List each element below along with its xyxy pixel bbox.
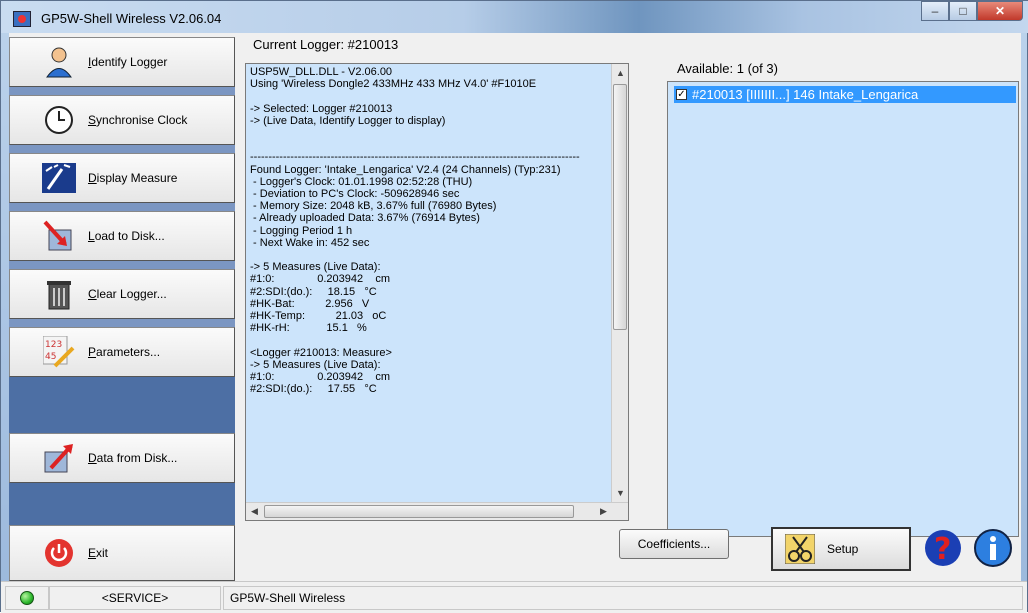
available-title: Available: 1 (of 3) bbox=[675, 61, 780, 76]
log-line: - Deviation to PC's Clock: -509628946 se… bbox=[250, 188, 460, 201]
parameters-icon: 123 45 bbox=[42, 335, 76, 369]
log-line: ----------------------------------------… bbox=[250, 151, 580, 164]
log-line: #HK-Bat: 2.956 V bbox=[250, 297, 370, 310]
scroll-down-arrow-icon[interactable]: ▼ bbox=[616, 488, 625, 498]
available-loggers-list[interactable]: ✓ #210013 [IIIIIII...] 146 Intake_Lengar… bbox=[667, 81, 1019, 537]
log-line: #HK-Temp: 21.03 oC bbox=[250, 310, 387, 323]
exit-button[interactable]: Exit bbox=[9, 525, 235, 581]
log-line: <Logger #210013: Measure> bbox=[250, 346, 392, 359]
log-line: - Memory Size: 2048 kB, 3.67% full (7698… bbox=[250, 200, 497, 213]
setup-label: Setup bbox=[827, 542, 859, 556]
log-line: -> (Live Data, Identify Logger to displa… bbox=[250, 114, 446, 127]
parameters-label: Parameters... bbox=[88, 345, 161, 359]
log-line: Found Logger: 'Intake_Lengarica' V2.4 (2… bbox=[250, 163, 561, 176]
log-line: -> 5 Measures (Live Data): bbox=[250, 358, 381, 371]
log-line: Using 'Wireless Dongle2 433MHz 433 MHz V… bbox=[250, 78, 537, 91]
scissors-icon bbox=[785, 534, 815, 564]
clear-logger-label: Clear Logger... bbox=[88, 287, 167, 301]
identify-logger-label: Identify Logger bbox=[88, 55, 168, 69]
log-line: #HK-rH: 15.1 % bbox=[250, 322, 367, 335]
log-line: - Logging Period 1 h bbox=[250, 224, 353, 237]
load-to-disk-label: Load to Disk... bbox=[88, 229, 165, 243]
list-item-label: #210013 [IIIIIII...] 146 Intake_Lengaric… bbox=[692, 87, 919, 102]
display-measure-label: Display Measure bbox=[88, 171, 178, 185]
log-line: -> 5 Measures (Live Data): bbox=[250, 261, 381, 274]
current-logger-title: Current Logger: #210013 bbox=[251, 37, 401, 52]
log-line: #2:SDI:(do.): 18.15 °C bbox=[250, 285, 377, 298]
status-mode: <SERVICE> bbox=[49, 586, 221, 610]
vertical-scroll-thumb[interactable] bbox=[613, 84, 627, 330]
synchronise-clock-button[interactable]: Synchronise Clock bbox=[9, 95, 235, 145]
separator bbox=[9, 261, 235, 269]
info-button[interactable] bbox=[971, 528, 1015, 571]
minimize-button[interactable]: – bbox=[921, 1, 949, 21]
download-arrow-icon bbox=[42, 219, 76, 253]
horizontal-scrollbar[interactable]: ◀ ▶ bbox=[246, 502, 628, 520]
status-bar: <SERVICE> GP5W-Shell Wireless bbox=[1, 581, 1027, 613]
log-text: USP5W_DLL.DLL - V2.06.00 Using 'Wireless … bbox=[250, 66, 614, 395]
status-led-icon bbox=[20, 591, 34, 605]
setup-button[interactable]: Setup bbox=[771, 527, 911, 571]
horizontal-scroll-thumb[interactable] bbox=[264, 505, 574, 518]
help-button[interactable]: ? bbox=[921, 529, 965, 569]
checkbox[interactable]: ✓ bbox=[676, 89, 687, 100]
app-icon bbox=[13, 11, 31, 27]
svg-text:123: 123 bbox=[45, 340, 62, 350]
separator bbox=[9, 87, 235, 95]
log-line: USP5W_DLL.DLL - V2.06.00 bbox=[250, 66, 393, 78]
title-bar[interactable]: GP5W-Shell Wireless V2.06.04 – □ ✕ bbox=[1, 1, 1028, 33]
scroll-left-arrow-icon[interactable]: ◀ bbox=[251, 506, 258, 517]
log-output[interactable]: USP5W_DLL.DLL - V2.06.00 Using 'Wireless … bbox=[245, 63, 629, 521]
coefficients-button[interactable]: Coefficients... bbox=[619, 529, 729, 559]
data-from-disk-label: Data from Disk... bbox=[88, 451, 178, 465]
window-controls: – □ ✕ bbox=[921, 1, 1023, 23]
sidebar: Identify Logger Synchronise Clock Displa… bbox=[9, 37, 235, 581]
person-icon bbox=[42, 45, 76, 79]
svg-text:45: 45 bbox=[45, 352, 56, 362]
clear-logger-button[interactable]: Clear Logger... bbox=[9, 269, 235, 319]
maximize-button[interactable]: □ bbox=[949, 1, 977, 21]
list-item[interactable]: ✓ #210013 [IIIIIII...] 146 Intake_Lengar… bbox=[674, 86, 1016, 103]
log-line: #1:0: 0.203942 cm bbox=[250, 273, 391, 286]
question-icon: ? bbox=[923, 528, 963, 571]
gauge-icon bbox=[42, 161, 76, 195]
status-app: GP5W-Shell Wireless bbox=[223, 586, 1023, 610]
scroll-up-arrow-icon[interactable]: ▲ bbox=[616, 68, 625, 78]
log-line: - Logger's Clock: 01.01.1998 02:52:28 (T… bbox=[250, 175, 473, 188]
exit-label: Exit bbox=[88, 546, 109, 560]
identify-logger-button[interactable]: Identify Logger bbox=[9, 37, 235, 87]
data-from-disk-button[interactable]: Data from Disk... bbox=[9, 433, 235, 483]
info-icon bbox=[973, 528, 1013, 571]
log-line: - Already uploaded Data: 3.67% (76914 By… bbox=[250, 212, 480, 225]
display-measure-button[interactable]: Display Measure bbox=[9, 153, 235, 203]
client-area: Identify Logger Synchronise Clock Displa… bbox=[9, 33, 1021, 581]
power-icon bbox=[42, 536, 76, 570]
upload-arrow-icon bbox=[42, 441, 76, 475]
clock-icon bbox=[42, 103, 76, 137]
separator bbox=[9, 203, 235, 211]
synchronise-clock-label: Synchronise Clock bbox=[88, 113, 188, 127]
separator bbox=[9, 319, 235, 327]
log-line: #1:0: 0.203942 cm bbox=[250, 371, 391, 384]
scroll-right-arrow-icon[interactable]: ▶ bbox=[600, 506, 607, 517]
vertical-scrollbar[interactable]: ▲ ▼ bbox=[611, 64, 628, 502]
log-line: -> Selected: Logger #210013 bbox=[250, 102, 393, 115]
log-line: - Next Wake in: 452 sec bbox=[250, 236, 370, 249]
status-led bbox=[5, 586, 49, 610]
log-line: #2:SDI:(do.): 17.55 °C bbox=[250, 383, 377, 396]
window-title: GP5W-Shell Wireless V2.06.04 bbox=[41, 11, 222, 26]
load-to-disk-button[interactable]: Load to Disk... bbox=[9, 211, 235, 261]
main-window: GP5W-Shell Wireless V2.06.04 – □ ✕ Ident… bbox=[0, 0, 1028, 613]
close-button[interactable]: ✕ bbox=[977, 1, 1023, 21]
separator bbox=[9, 145, 235, 153]
parameters-button[interactable]: 123 45 Parameters... bbox=[9, 327, 235, 377]
trash-icon bbox=[42, 277, 76, 311]
svg-text:?: ? bbox=[934, 532, 951, 567]
